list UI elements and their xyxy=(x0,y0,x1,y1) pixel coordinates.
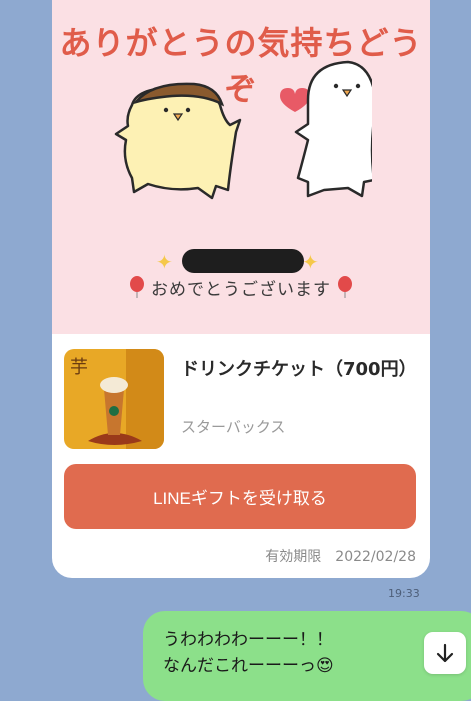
expiry-info: 有効期限 2022/02/28 xyxy=(265,546,416,566)
drink-image xyxy=(88,349,164,449)
sticker-illustration xyxy=(114,60,372,200)
recipient-name-mask xyxy=(182,249,304,273)
balloon-icon xyxy=(130,276,144,298)
receive-gift-button[interactable]: LINEギフトを受け取る xyxy=(64,464,416,529)
product-title: ドリンクチケット（700円） xyxy=(181,359,417,380)
gift-card[interactable]: ありがとうの気持ちどうぞ ✦ ✦ おめでとうございます 芋 ドリンクチケット（7… xyxy=(52,0,430,578)
scroll-down-button[interactable] xyxy=(424,632,466,674)
arrow-down-icon xyxy=(436,643,454,663)
chat-bubble[interactable]: うわわわわーーー！！ なんだこれーーーっ😍 xyxy=(143,611,471,701)
congrats-row: おめでとうございます xyxy=(52,272,430,302)
product-brand: スターバックス xyxy=(181,418,286,436)
expiry-label: 有効期限 xyxy=(265,549,322,565)
balloon-icon xyxy=(338,276,352,298)
gift-banner: ありがとうの気持ちどうぞ ✦ ✦ おめでとうございます xyxy=(52,0,430,334)
product-info: 芋 ドリンクチケット（700円） スターバックス xyxy=(64,349,420,453)
message-line: うわわわわーーー！！ xyxy=(163,630,333,650)
product-thumbnail: 芋 xyxy=(64,349,164,449)
message-line: なんだこれーーーっ😍 xyxy=(163,656,334,676)
congrats-text: おめでとうございます xyxy=(151,279,331,300)
sparkle-icon: ✦ xyxy=(156,250,173,274)
sparkle-icon: ✦ xyxy=(302,250,319,274)
message-timestamp: 19:33 xyxy=(388,587,420,600)
expiry-date: 2022/02/28 xyxy=(335,549,416,565)
